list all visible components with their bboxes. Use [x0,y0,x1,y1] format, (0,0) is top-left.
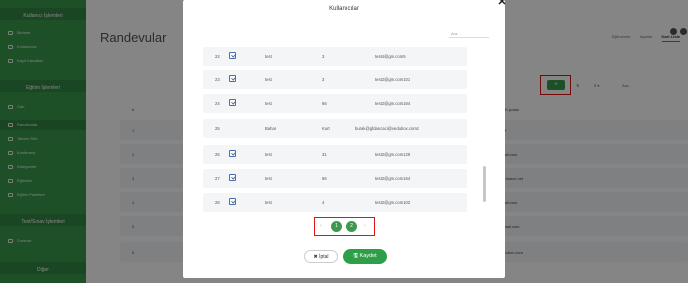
user-id: 22 [215,54,220,59]
checkbox-checked[interactable] [229,150,236,157]
user-list: 22 test 3 test4@gm.com5 23 test 3 test2@… [203,44,475,214]
user-email: test2@gm.com164 [375,176,411,181]
user-name: test [265,77,272,82]
list-item[interactable]: 25 Bahar Kurt burak@gfdancaci@vedubox.co… [203,119,467,138]
user-id: 25 [215,126,220,131]
list-item[interactable]: 27 test 66 test2@gm.com164 [203,169,467,188]
user-id: 26 [215,152,220,157]
user-id: 24 [215,101,220,106]
user-surname: 4 [322,200,325,205]
checkbox-checked[interactable] [229,198,236,205]
user-surname: Kurt [322,126,330,131]
user-name: test [265,54,272,59]
list-item[interactable]: 24 test 66 test2@gm.com164 [203,94,467,113]
checkbox-checked[interactable] [229,174,236,181]
user-email: test2@gm.com129 [375,152,411,157]
modal-search-input[interactable]: Ara... [449,30,489,38]
save-button[interactable]: 🖫 Kaydet [343,249,387,264]
user-id: 28 [215,200,220,205]
user-id: 27 [215,176,220,181]
list-item[interactable]: 28 test 4 test2@gm.com102 [203,193,467,212]
list-item[interactable]: 23 test 3 test2@gm.com101 [203,70,467,89]
user-surname: 31 [322,152,327,157]
cancel-button[interactable]: ✖ İptal [304,250,338,263]
user-email: test2@gm.com102 [375,200,411,205]
user-surname: 66 [322,176,327,181]
user-name: test [265,200,272,205]
user-email: burak@gfdancaci@vedubox.comz [355,126,419,131]
modal-title: Kullanıcılar [329,6,359,12]
next-page-arrow[interactable]: › [364,223,366,229]
user-name: test [265,152,272,157]
checkbox-checked[interactable] [229,75,236,82]
close-icon[interactable]: ✕ [496,0,508,8]
user-email: test2@gm.com164 [375,101,411,106]
user-surname: 3 [322,77,325,82]
list-scrollbar[interactable] [483,166,486,202]
user-name: Bahar [265,126,277,131]
page-button-1[interactable]: 1 [331,221,342,232]
user-surname: 66 [322,101,327,106]
checkbox-checked[interactable] [229,52,236,59]
list-item[interactable]: 22 test 3 test4@gm.com5 [203,47,467,66]
user-name: test [265,176,272,181]
page-button-2[interactable]: 2 [346,221,357,232]
user-name: test [265,101,272,106]
checkbox-checked[interactable] [229,99,236,106]
list-item[interactable]: 26 test 31 test2@gm.com129 [203,145,467,164]
user-email: test4@gm.com5 [375,54,406,59]
users-modal: Kullanıcılar ✕ Ara... 22 test 3 test4@gm… [183,0,508,278]
prev-page-arrow[interactable]: ‹ [320,223,322,229]
user-id: 23 [215,77,220,82]
user-email: test2@gm.com101 [375,77,411,82]
user-surname: 3 [322,54,325,59]
